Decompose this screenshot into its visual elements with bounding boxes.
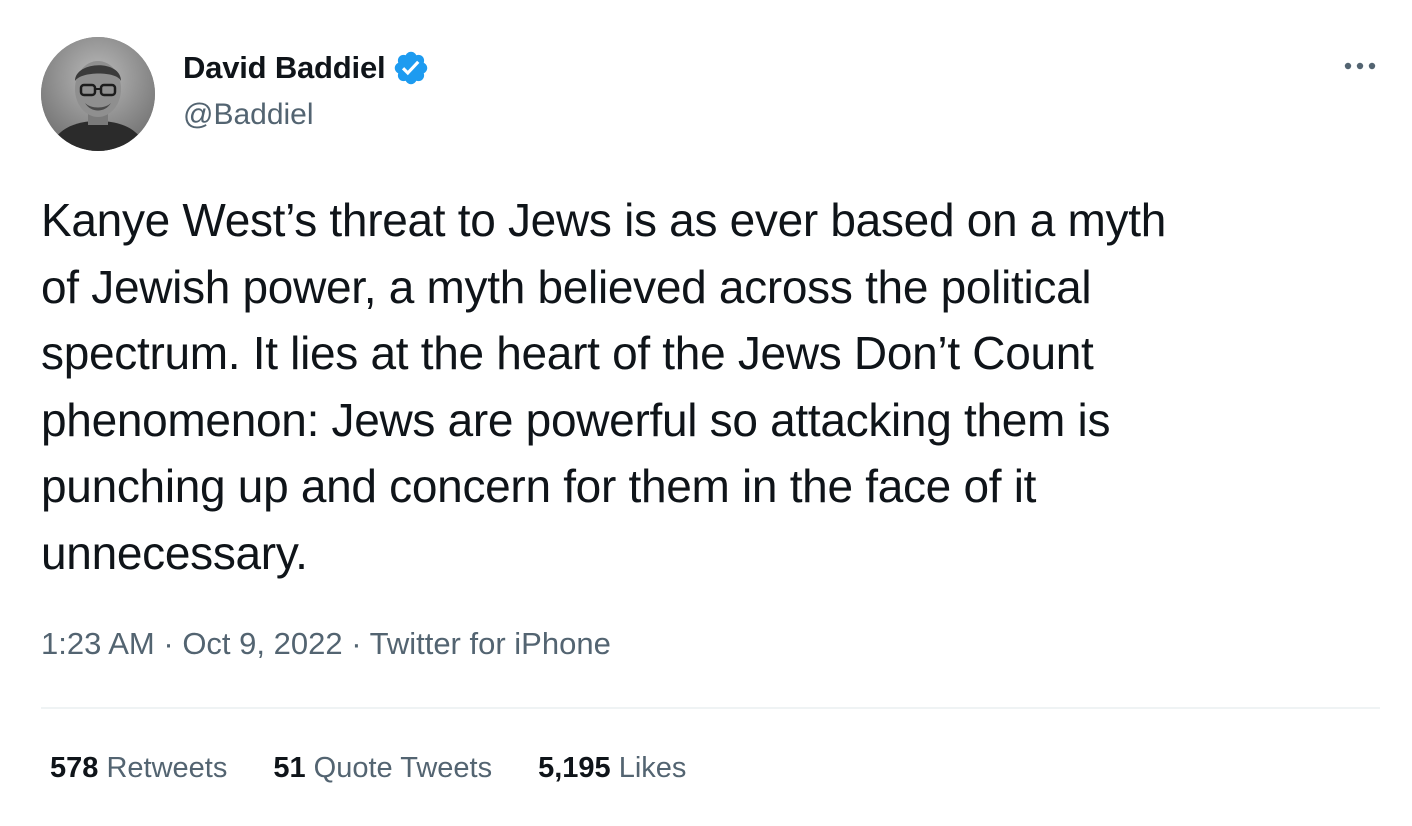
author-display-name[interactable]: David Baddiel bbox=[183, 50, 386, 86]
tweet-card: David Baddiel @Baddiel Kanye West’s thre… bbox=[0, 0, 1412, 826]
retweets-count: 578 bbox=[50, 752, 99, 784]
likes-count: 5,195 bbox=[538, 752, 611, 784]
retweets-stat[interactable]: 578 Retweets bbox=[50, 752, 227, 785]
meta-separator: · bbox=[342, 626, 370, 661]
meta-separator: · bbox=[154, 626, 183, 661]
quote-tweets-label: Quote Tweets bbox=[313, 752, 493, 784]
tweet-text-line: punching up and concern for them in the … bbox=[41, 460, 1037, 512]
tweet-text-line: phenomenon: Jews are powerful so attacki… bbox=[41, 393, 1111, 446]
tweet-metadata: 1:23 AM · Oct 9, 2022 · Twitter for iPho… bbox=[41, 626, 611, 662]
more-options-button[interactable] bbox=[1338, 48, 1382, 84]
divider bbox=[41, 707, 1380, 709]
author-avatar[interactable] bbox=[41, 37, 155, 151]
avatar-photo-icon bbox=[41, 37, 155, 151]
author-info: David Baddiel @Baddiel bbox=[183, 48, 430, 132]
author-handle[interactable]: @Baddiel bbox=[183, 98, 430, 132]
tweet-stats: 578 Retweets 51 Quote Tweets 5,195 Likes bbox=[50, 752, 732, 785]
tweet-date[interactable]: Oct 9, 2022 bbox=[182, 626, 342, 661]
quote-tweets-count: 51 bbox=[273, 752, 306, 784]
tweet-text-line: of Jewish power, a myth believed across … bbox=[41, 260, 1092, 313]
tweet-text-line: unnecessary. bbox=[41, 526, 308, 579]
more-options-icon bbox=[1344, 62, 1376, 70]
tweet-text-line: spectrum. It lies at the heart of the Je… bbox=[41, 327, 1094, 379]
quote-tweets-stat[interactable]: 51 Quote Tweets bbox=[273, 752, 492, 785]
verified-badge-icon bbox=[392, 49, 430, 87]
tweet-source[interactable]: Twitter for iPhone bbox=[370, 626, 611, 661]
tweet-time[interactable]: 1:23 AM bbox=[41, 626, 155, 661]
tweet-text-line: Kanye West’s threat to Jews is as ever b… bbox=[41, 194, 1166, 246]
likes-stat[interactable]: 5,195 Likes bbox=[538, 752, 686, 785]
tweet-text: Kanye West’s threat to Jews is as ever b… bbox=[41, 187, 1391, 586]
likes-label: Likes bbox=[618, 752, 687, 784]
retweets-label: Retweets bbox=[106, 752, 228, 784]
